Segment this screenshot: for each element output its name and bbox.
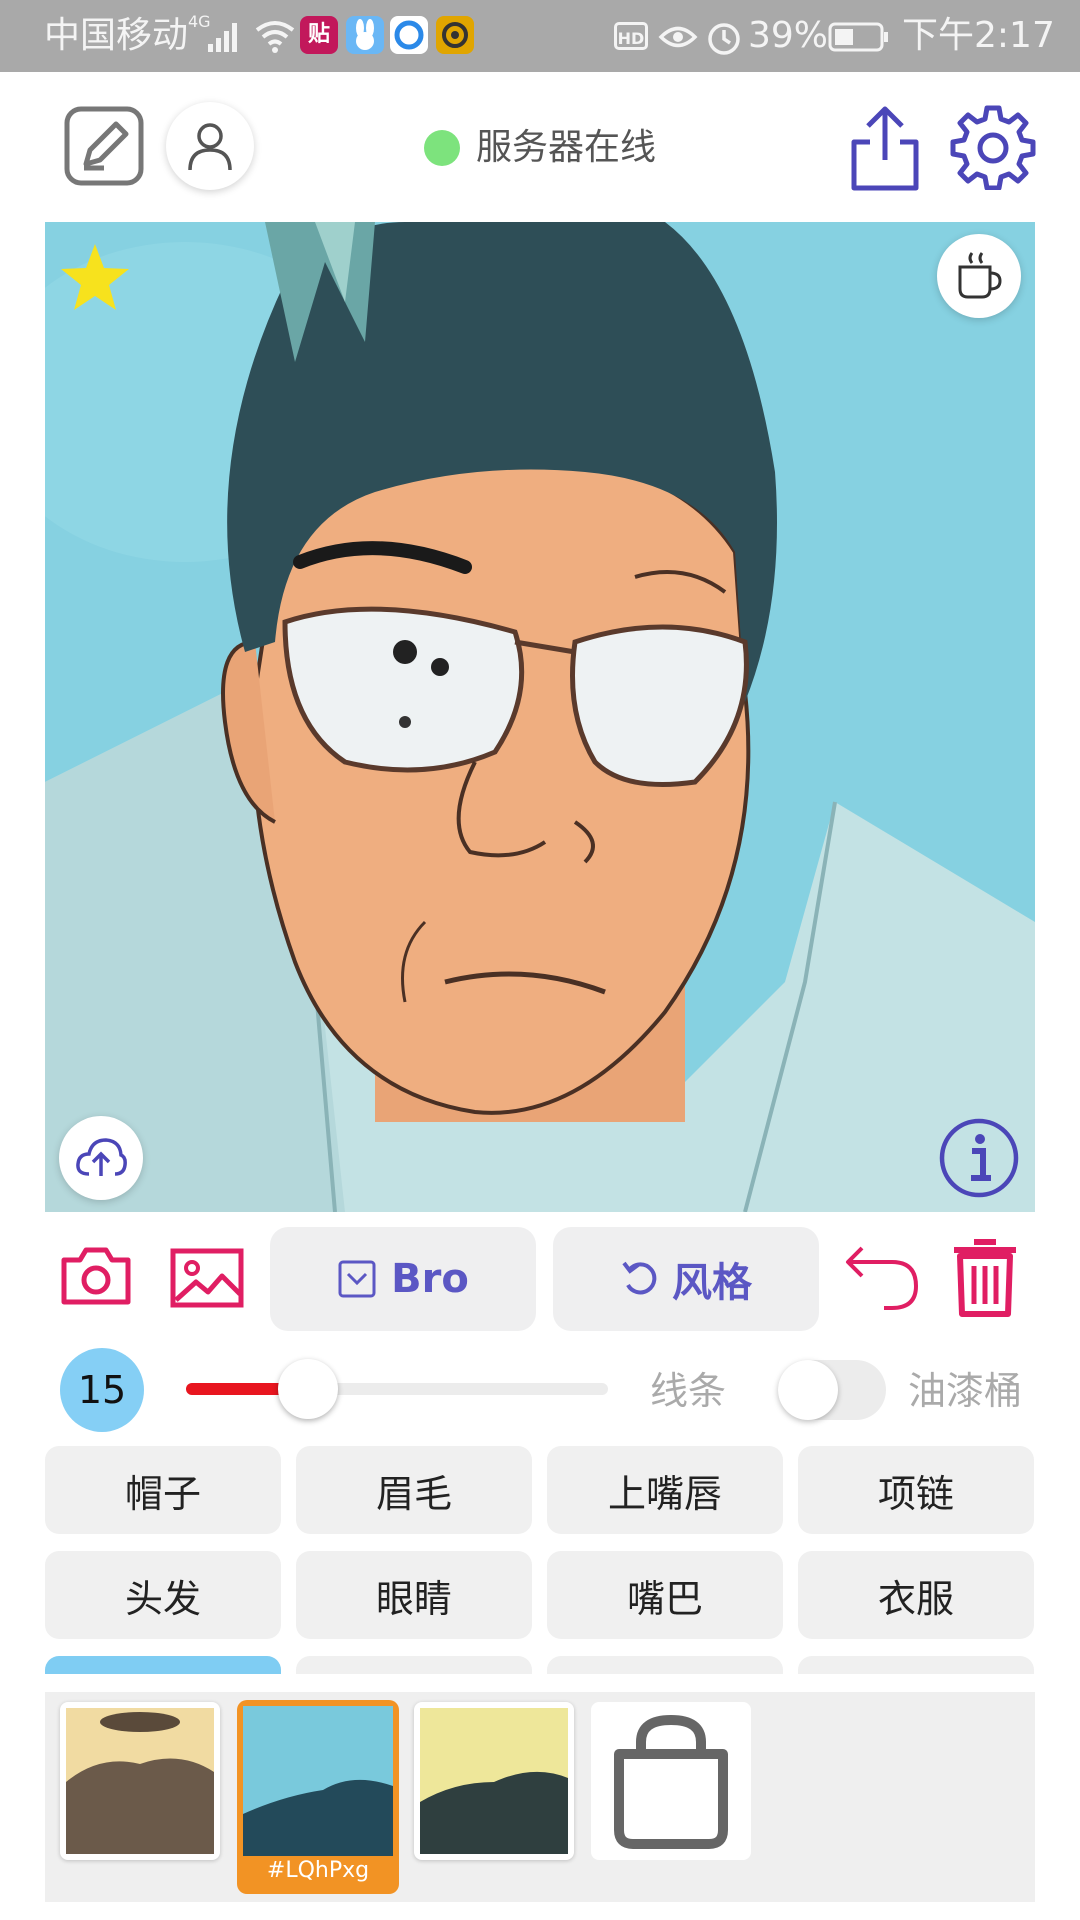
- template-store-button[interactable]: [591, 1702, 751, 1860]
- info-icon: [939, 1118, 1019, 1198]
- app-notification-icon-tie: 贴: [300, 16, 338, 54]
- carrier-name: 中国移动: [44, 15, 189, 56]
- toggle-knob: [778, 1360, 838, 1420]
- clock: 下午2:17: [902, 15, 1055, 56]
- part-button-hat[interactable]: 帽子: [45, 1446, 281, 1534]
- image-icon: [170, 1248, 244, 1308]
- template-thumbnail[interactable]: [60, 1702, 220, 1860]
- cloud-upload-icon: [76, 1138, 127, 1176]
- share-icon: [851, 106, 919, 191]
- user-icon: [188, 123, 232, 171]
- gear-icon: [950, 105, 1036, 191]
- model-select-button[interactable]: Bro: [270, 1227, 536, 1331]
- part-button-partial[interactable]: [45, 1656, 281, 1674]
- favorite-star-icon[interactable]: [59, 242, 131, 312]
- hd-icon: HD: [614, 22, 648, 50]
- delete-button[interactable]: [950, 1238, 1020, 1318]
- coffee-cup-icon: [958, 252, 1002, 299]
- part-button-necklace[interactable]: 项链: [798, 1446, 1034, 1534]
- template-preview-image: [243, 1706, 393, 1856]
- wifi-icon: [255, 21, 295, 53]
- template-preview-image: [66, 1708, 214, 1854]
- donate-coffee-button[interactable]: [937, 234, 1021, 318]
- part-button-clothes[interactable]: 衣服: [798, 1551, 1034, 1639]
- undo-button[interactable]: [844, 1240, 920, 1312]
- shopping-bag-icon: [614, 1714, 728, 1849]
- template-thumbnail-selected[interactable]: #LQhPxg: [237, 1700, 399, 1894]
- info-button[interactable]: [937, 1116, 1021, 1200]
- user-profile-button[interactable]: [166, 102, 254, 190]
- battery-icon: [828, 22, 888, 52]
- server-status-text: 服务器在线: [476, 127, 657, 168]
- brush-size-indicator: 15: [60, 1348, 144, 1432]
- status-bar: 中国移动 4G 贴 HD 39% 下午2:17: [0, 0, 1080, 72]
- camera-button[interactable]: [60, 1244, 132, 1306]
- style-button[interactable]: 风格: [553, 1227, 819, 1331]
- template-preview-image: [420, 1708, 568, 1854]
- bucket-toggle[interactable]: [778, 1360, 886, 1420]
- style-label: 风格: [672, 1260, 752, 1306]
- battery-percent: 39%: [748, 15, 829, 56]
- template-thumbnail[interactable]: [414, 1702, 574, 1860]
- edit-pen-icon: [64, 106, 144, 186]
- part-button-upper-lip[interactable]: 上嘴唇: [547, 1446, 783, 1534]
- template-id-label: #LQhPxg: [266, 1858, 370, 1883]
- part-button-partial[interactable]: [547, 1656, 783, 1674]
- app-notification-icon-browser: [390, 16, 428, 54]
- camera-icon: [61, 1247, 131, 1305]
- upload-button[interactable]: [59, 1116, 143, 1200]
- undo-icon: [846, 1246, 919, 1310]
- settings-button[interactable]: [950, 104, 1036, 191]
- checkbox-dropdown-icon: [338, 1260, 376, 1298]
- anime-portrait-image: [45, 222, 1035, 1212]
- trash-icon: [954, 1239, 1016, 1317]
- part-button-partial[interactable]: [296, 1656, 532, 1674]
- portrait-canvas[interactable]: [45, 222, 1035, 1212]
- model-label: Bro: [391, 1256, 469, 1302]
- refresh-icon: [622, 1261, 657, 1295]
- part-button-eyes[interactable]: 眼睛: [296, 1551, 532, 1639]
- alarm-icon: [708, 23, 740, 55]
- app-notification-icon-rabbit: [346, 16, 384, 54]
- part-button-partial[interactable]: [798, 1656, 1034, 1674]
- server-status-dot: [424, 130, 460, 166]
- eye-comfort-icon: [658, 26, 698, 48]
- draw-mode-button[interactable]: [64, 106, 144, 186]
- part-button-hair[interactable]: 头发: [45, 1551, 281, 1639]
- part-button-eyebrows[interactable]: 眉毛: [296, 1446, 532, 1534]
- brush-size-slider[interactable]: [186, 1359, 608, 1419]
- app-notification-icon-game: [436, 16, 474, 54]
- signal-icon: [208, 23, 237, 52]
- part-button-mouth[interactable]: 嘴巴: [547, 1551, 783, 1639]
- bucket-mode-label: 油漆桶: [908, 1369, 1023, 1413]
- line-mode-label: 线条: [650, 1369, 727, 1413]
- slider-thumb[interactable]: [278, 1359, 339, 1419]
- share-button[interactable]: [848, 104, 922, 192]
- gallery-button[interactable]: [170, 1248, 244, 1308]
